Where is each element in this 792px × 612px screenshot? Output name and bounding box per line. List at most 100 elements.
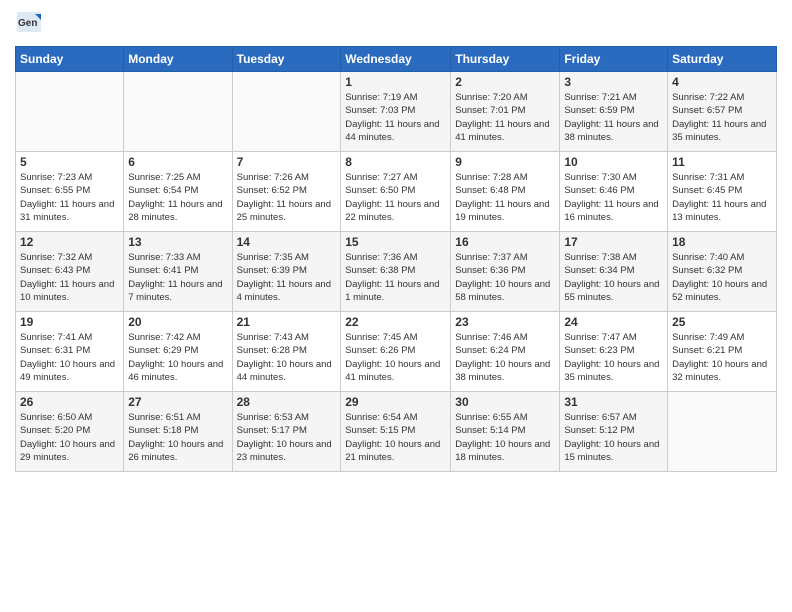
day-cell — [668, 392, 777, 472]
day-cell: 14 Sunrise: 7:35 AMSunset: 6:39 PMDayligh… — [232, 232, 341, 312]
day-cell — [16, 72, 124, 152]
day-info: Sunrise: 7:22 AMSunset: 6:57 PMDaylight:… — [672, 91, 772, 144]
day-number: 31 — [564, 395, 663, 409]
svg-text:Gen: Gen — [18, 18, 37, 29]
week-row-5: 26 Sunrise: 6:50 AMSunset: 5:20 PMDayligh… — [16, 392, 777, 472]
day-info: Sunrise: 7:47 AMSunset: 6:23 PMDaylight:… — [564, 331, 663, 384]
day-info: Sunrise: 7:21 AMSunset: 6:59 PMDaylight:… — [564, 91, 663, 144]
day-cell: 11 Sunrise: 7:31 AMSunset: 6:45 PMDayligh… — [668, 152, 777, 232]
day-info: Sunrise: 7:25 AMSunset: 6:54 PMDaylight:… — [128, 171, 227, 224]
day-cell — [124, 72, 232, 152]
day-number: 10 — [564, 155, 663, 169]
day-number: 1 — [345, 75, 446, 89]
day-cell: 5Sunrise: 7:23 AMSunset: 6:55 PMDaylight… — [16, 152, 124, 232]
day-cell: 20 Sunrise: 7:42 AMSunset: 6:29 PMDayligh… — [124, 312, 232, 392]
day-info: Sunrise: 7:20 AMSunset: 7:01 PMDaylight:… — [455, 91, 555, 144]
day-cell: 23 Sunrise: 7:46 AMSunset: 6:24 PMDayligh… — [451, 312, 560, 392]
day-number: 23 — [455, 315, 555, 329]
page: Gen SundayMondayTuesdayWednesdayThursday… — [0, 0, 792, 612]
day-number: 21 — [237, 315, 337, 329]
weekday-sunday: Sunday — [16, 47, 124, 72]
week-row-3: 12 Sunrise: 7:32 AMSunset: 6:43 PMDayligh… — [16, 232, 777, 312]
day-info: Sunrise: 7:36 AMSunset: 6:38 PMDaylight:… — [345, 251, 446, 304]
day-cell: 1Sunrise: 7:19 AMSunset: 7:03 PMDaylight… — [341, 72, 451, 152]
weekday-thursday: Thursday — [451, 47, 560, 72]
day-info: Sunrise: 7:35 AMSunset: 6:39 PMDaylight:… — [237, 251, 337, 304]
weekday-tuesday: Tuesday — [232, 47, 341, 72]
day-number: 25 — [672, 315, 772, 329]
day-info: Sunrise: 6:51 AMSunset: 5:18 PMDaylight:… — [128, 411, 227, 464]
day-info: Sunrise: 7:32 AMSunset: 6:43 PMDaylight:… — [20, 251, 119, 304]
day-info: Sunrise: 7:31 AMSunset: 6:45 PMDaylight:… — [672, 171, 772, 224]
day-number: 3 — [564, 75, 663, 89]
day-number: 24 — [564, 315, 663, 329]
day-cell: 26 Sunrise: 6:50 AMSunset: 5:20 PMDayligh… — [16, 392, 124, 472]
day-number: 29 — [345, 395, 446, 409]
day-number: 28 — [237, 395, 337, 409]
calendar-table: SundayMondayTuesdayWednesdayThursdayFrid… — [15, 46, 777, 472]
week-row-1: 1Sunrise: 7:19 AMSunset: 7:03 PMDaylight… — [16, 72, 777, 152]
day-number: 20 — [128, 315, 227, 329]
day-info: Sunrise: 6:50 AMSunset: 5:20 PMDaylight:… — [20, 411, 119, 464]
day-cell: 3 Sunrise: 7:21 AMSunset: 6:59 PMDaylight… — [560, 72, 668, 152]
day-info: Sunrise: 6:54 AMSunset: 5:15 PMDaylight:… — [345, 411, 446, 464]
day-cell: 24 Sunrise: 7:47 AMSunset: 6:23 PMDayligh… — [560, 312, 668, 392]
day-cell: 31 Sunrise: 6:57 AMSunset: 5:12 PMDayligh… — [560, 392, 668, 472]
day-number: 9 — [455, 155, 555, 169]
day-cell — [232, 72, 341, 152]
day-cell: 9 Sunrise: 7:28 AMSunset: 6:48 PMDaylight… — [451, 152, 560, 232]
day-cell: 21 Sunrise: 7:43 AMSunset: 6:28 PMDayligh… — [232, 312, 341, 392]
day-number: 2 — [455, 75, 555, 89]
logo-icon: Gen — [15, 10, 43, 38]
day-cell: 18 Sunrise: 7:40 AMSunset: 6:32 PMDayligh… — [668, 232, 777, 312]
day-number: 17 — [564, 235, 663, 249]
day-number: 30 — [455, 395, 555, 409]
weekday-header-row: SundayMondayTuesdayWednesdayThursdayFrid… — [16, 47, 777, 72]
day-info: Sunrise: 7:42 AMSunset: 6:29 PMDaylight:… — [128, 331, 227, 384]
day-info: Sunrise: 7:37 AMSunset: 6:36 PMDaylight:… — [455, 251, 555, 304]
day-cell: 4 Sunrise: 7:22 AMSunset: 6:57 PMDaylight… — [668, 72, 777, 152]
day-info: Sunrise: 7:46 AMSunset: 6:24 PMDaylight:… — [455, 331, 555, 384]
day-cell: 6 Sunrise: 7:25 AMSunset: 6:54 PMDaylight… — [124, 152, 232, 232]
day-number: 6 — [128, 155, 227, 169]
day-info: Sunrise: 7:23 AMSunset: 6:55 PMDaylight:… — [20, 171, 119, 224]
day-number: 4 — [672, 75, 772, 89]
day-cell: 15 Sunrise: 7:36 AMSunset: 6:38 PMDayligh… — [341, 232, 451, 312]
day-info: Sunrise: 7:33 AMSunset: 6:41 PMDaylight:… — [128, 251, 227, 304]
day-cell: 7 Sunrise: 7:26 AMSunset: 6:52 PMDaylight… — [232, 152, 341, 232]
day-cell: 30Sunrise: 6:55 AMSunset: 5:14 PMDayligh… — [451, 392, 560, 472]
day-number: 12 — [20, 235, 119, 249]
day-number: 8 — [345, 155, 446, 169]
week-row-2: 5Sunrise: 7:23 AMSunset: 6:55 PMDaylight… — [16, 152, 777, 232]
day-cell: 13 Sunrise: 7:33 AMSunset: 6:41 PMDayligh… — [124, 232, 232, 312]
day-cell: 10 Sunrise: 7:30 AMSunset: 6:46 PMDayligh… — [560, 152, 668, 232]
day-info: Sunrise: 7:40 AMSunset: 6:32 PMDaylight:… — [672, 251, 772, 304]
day-info: Sunrise: 7:38 AMSunset: 6:34 PMDaylight:… — [564, 251, 663, 304]
day-info: Sunrise: 7:41 AMSunset: 6:31 PMDaylight:… — [20, 331, 119, 384]
day-info: Sunrise: 7:28 AMSunset: 6:48 PMDaylight:… — [455, 171, 555, 224]
day-number: 18 — [672, 235, 772, 249]
week-row-4: 19Sunrise: 7:41 AMSunset: 6:31 PMDayligh… — [16, 312, 777, 392]
day-info: Sunrise: 7:43 AMSunset: 6:28 PMDaylight:… — [237, 331, 337, 384]
day-info: Sunrise: 7:26 AMSunset: 6:52 PMDaylight:… — [237, 171, 337, 224]
day-cell: 19Sunrise: 7:41 AMSunset: 6:31 PMDayligh… — [16, 312, 124, 392]
day-number: 7 — [237, 155, 337, 169]
day-cell: 29 Sunrise: 6:54 AMSunset: 5:15 PMDayligh… — [341, 392, 451, 472]
day-number: 15 — [345, 235, 446, 249]
weekday-monday: Monday — [124, 47, 232, 72]
day-number: 26 — [20, 395, 119, 409]
day-number: 11 — [672, 155, 772, 169]
day-number: 16 — [455, 235, 555, 249]
day-info: Sunrise: 6:57 AMSunset: 5:12 PMDaylight:… — [564, 411, 663, 464]
day-number: 22 — [345, 315, 446, 329]
day-number: 13 — [128, 235, 227, 249]
day-cell: 12 Sunrise: 7:32 AMSunset: 6:43 PMDayligh… — [16, 232, 124, 312]
day-number: 14 — [237, 235, 337, 249]
day-cell: 22Sunrise: 7:45 AMSunset: 6:26 PMDayligh… — [341, 312, 451, 392]
day-info: Sunrise: 7:30 AMSunset: 6:46 PMDaylight:… — [564, 171, 663, 224]
day-cell: 16 Sunrise: 7:37 AMSunset: 6:36 PMDayligh… — [451, 232, 560, 312]
header: Gen — [15, 10, 777, 38]
day-cell: 27Sunrise: 6:51 AMSunset: 5:18 PMDayligh… — [124, 392, 232, 472]
day-cell: 8Sunrise: 7:27 AMSunset: 6:50 PMDaylight… — [341, 152, 451, 232]
day-cell: 25Sunrise: 7:49 AMSunset: 6:21 PMDayligh… — [668, 312, 777, 392]
